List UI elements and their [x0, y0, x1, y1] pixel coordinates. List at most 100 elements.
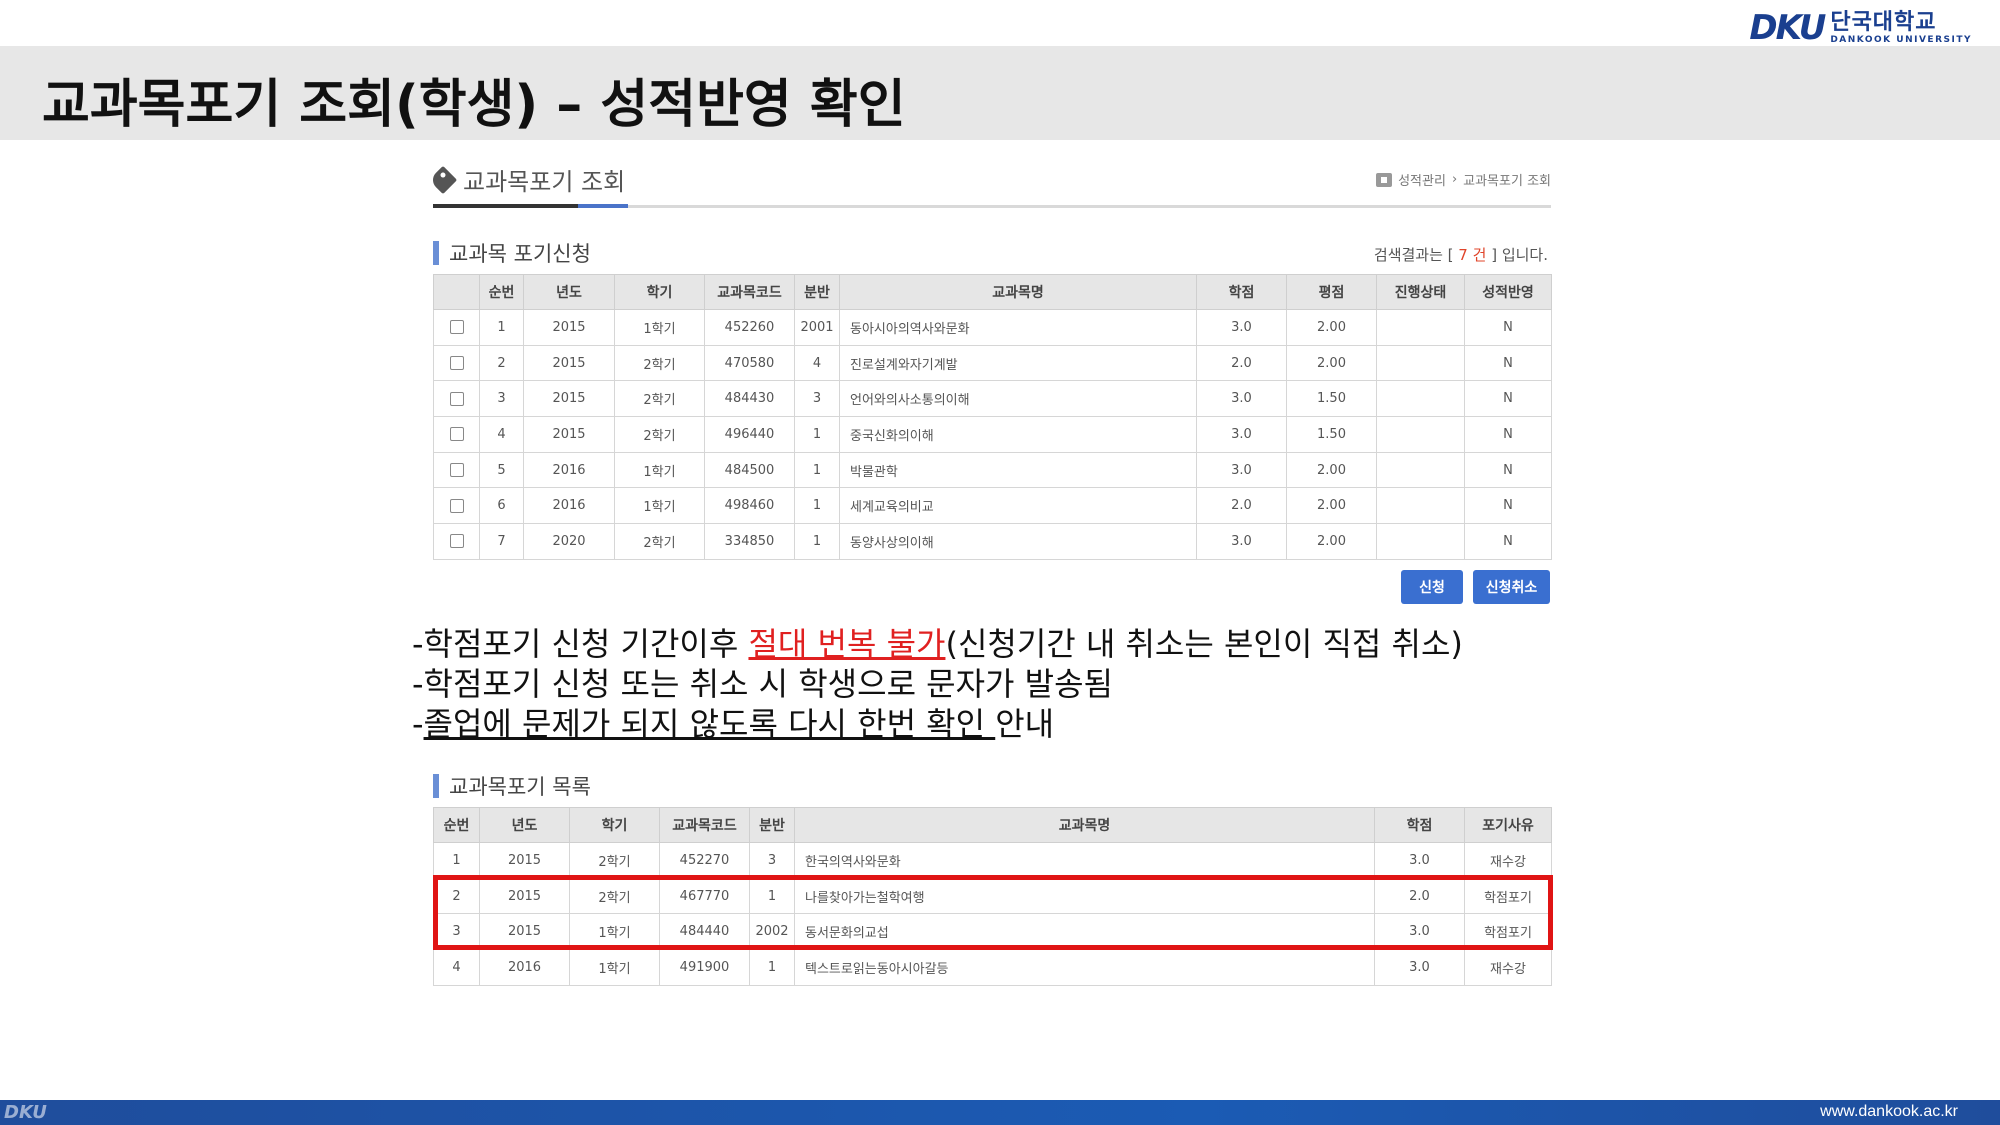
- row-checkbox[interactable]: [449, 356, 464, 371]
- column-header: 학점: [1374, 807, 1465, 843]
- cell-section: 4: [794, 344, 840, 382]
- table-row: 3 2015 2학기 484430 3 언어와의사소통의이해 3.0 1.50 …: [433, 380, 1552, 418]
- cell-year: 2016: [523, 487, 615, 525]
- row-checkbox[interactable]: [449, 391, 464, 406]
- footer-url[interactable]: www.dankook.ac.kr: [1820, 1103, 1958, 1121]
- row-checkbox-cell: [433, 416, 480, 453]
- column-header: 학점: [1196, 274, 1287, 310]
- cell-status: [1376, 416, 1465, 453]
- row-checkbox[interactable]: [449, 534, 464, 549]
- cell-reason: 학점포기: [1464, 913, 1552, 951]
- cell-status: [1376, 451, 1465, 489]
- logo-mark: DKU: [1749, 8, 1826, 48]
- cell-term: 2학기: [614, 416, 705, 453]
- notice-line-1-part-a: -학점포기 신청 기간이후: [412, 625, 749, 663]
- cell-credit: 2.0: [1196, 344, 1287, 382]
- title-underline: [433, 204, 578, 208]
- list-table-header: 순번 년도 학기 교과목코드 분반 교과목명 학점 포기사유: [433, 807, 1552, 843]
- cell-course-name: 진로설계와자기계발: [839, 344, 1197, 382]
- row-checkbox[interactable]: [449, 463, 464, 478]
- result-suffix: ] 입니다.: [1491, 246, 1548, 264]
- table-row: 7 2020 2학기 334850 1 동양사상의이해 3.0 2.00 N: [433, 523, 1552, 560]
- cell-no: 1: [433, 842, 480, 879]
- cell-code: 498460: [704, 487, 795, 525]
- cell-code: 467770: [659, 877, 750, 915]
- header-divider: [628, 205, 1551, 208]
- cell-credit: 3.0: [1196, 451, 1287, 489]
- cell-reason: 재수강: [1464, 949, 1552, 986]
- row-checkbox-cell: [433, 523, 480, 560]
- slide-title: 교과목포기 조회(학생) – 성적반영 확인: [42, 75, 906, 135]
- breadcrumb-item-grades[interactable]: 성적관리: [1398, 170, 1446, 189]
- cell-no: 4: [433, 949, 480, 986]
- row-checkbox-cell: [433, 309, 480, 346]
- column-header: 년도: [479, 807, 570, 843]
- cell-grade: 2.00: [1286, 523, 1377, 560]
- cell-grade: 2.00: [1286, 309, 1377, 346]
- cell-year: 2015: [479, 913, 570, 951]
- column-header: 년도: [523, 274, 615, 310]
- cell-credit: 3.0: [1374, 949, 1465, 986]
- cell-reflect: N: [1464, 487, 1552, 525]
- breadcrumb-separator: ›: [1451, 172, 1458, 187]
- column-header: 분반: [749, 807, 795, 843]
- list-section-heading: 교과목포기 목록: [433, 771, 591, 801]
- cell-section: 2002: [749, 913, 795, 951]
- logo-english: DANKOOK UNIVERSITY: [1830, 34, 1972, 45]
- result-prefix: 검색결과는 [: [1373, 246, 1454, 264]
- cell-term: 1학기: [569, 949, 660, 986]
- cell-term: 2학기: [569, 842, 660, 879]
- table-row: 6 2016 1학기 498460 1 세계교육의비교 2.0 2.00 N: [433, 487, 1552, 525]
- cell-reflect: N: [1464, 451, 1552, 489]
- cell-grade: 2.00: [1286, 487, 1377, 525]
- cell-status: [1376, 344, 1465, 382]
- column-header: 교과목코드: [704, 274, 795, 310]
- cell-credit: 3.0: [1196, 380, 1287, 418]
- column-header: 평점: [1286, 274, 1377, 310]
- column-header: 분반: [794, 274, 840, 310]
- cell-code: 334850: [704, 523, 795, 560]
- apply-button[interactable]: 신청: [1401, 570, 1463, 604]
- cell-section: 2001: [794, 309, 840, 346]
- cell-section: 1: [749, 877, 795, 915]
- table-row: 2 2015 2학기 470580 4 진로설계와자기계발 2.0 2.00 N: [433, 344, 1552, 382]
- cell-year: 2016: [523, 451, 615, 489]
- row-checkbox[interactable]: [449, 320, 464, 335]
- cell-course-name: 나를찾아가는철학여행: [794, 877, 1375, 915]
- cell-code: 452260: [704, 309, 795, 346]
- cell-code: 484500: [704, 451, 795, 489]
- cell-year: 2020: [523, 523, 615, 560]
- cell-year: 2015: [523, 416, 615, 453]
- notice-line-1-part-b: (신청기간 내 취소는 본인이 직접 취소): [945, 625, 1463, 663]
- apply-table: 순번 년도 학기 교과목코드 분반 교과목명 학점 평점 진행상태 성적반영 1…: [433, 274, 1552, 560]
- result-count: 검색결과는 [ 7 건 ] 입니다.: [1374, 244, 1548, 265]
- footer-logo-mark: DKU: [4, 1102, 47, 1123]
- column-header: [433, 274, 480, 310]
- cell-code: 484440: [659, 913, 750, 951]
- cell-credit: 3.0: [1196, 309, 1287, 346]
- cell-reason: 재수강: [1464, 842, 1552, 879]
- row-checkbox-cell: [433, 451, 480, 489]
- cell-term: 1학기: [569, 913, 660, 951]
- cell-no: 3: [479, 380, 524, 418]
- section-marker: [433, 241, 439, 265]
- cell-term: 1학기: [614, 309, 705, 346]
- cancel-apply-button[interactable]: 신청취소: [1473, 570, 1550, 604]
- cell-course-name: 텍스트로읽는동아시아갈등: [794, 949, 1375, 986]
- row-checkbox[interactable]: [449, 427, 464, 442]
- tag-icon: [428, 165, 458, 194]
- table-row: 1 2015 2학기 452270 3 한국의역사와문화 3.0 재수강: [433, 842, 1552, 879]
- home-icon[interactable]: [1376, 172, 1393, 187]
- cell-reflect: N: [1464, 380, 1552, 418]
- row-checkbox[interactable]: [449, 498, 464, 513]
- breadcrumb: 성적관리 › 교과목포기 조회: [1376, 170, 1551, 189]
- footer-bar: DKU www.dankook.ac.kr: [0, 1100, 2000, 1125]
- page-title-text: 교과목포기 조회: [463, 168, 626, 196]
- cell-course-name: 동서문화의교섭: [794, 913, 1375, 951]
- column-header: 교과목코드: [659, 807, 750, 843]
- cell-year: 2015: [523, 309, 615, 346]
- cell-section: 1: [749, 949, 795, 986]
- cell-term: 2학기: [614, 380, 705, 418]
- table-row: 2 2015 2학기 467770 1 나를찾아가는철학여행 2.0 학점포기: [433, 877, 1552, 915]
- cell-term: 2학기: [614, 344, 705, 382]
